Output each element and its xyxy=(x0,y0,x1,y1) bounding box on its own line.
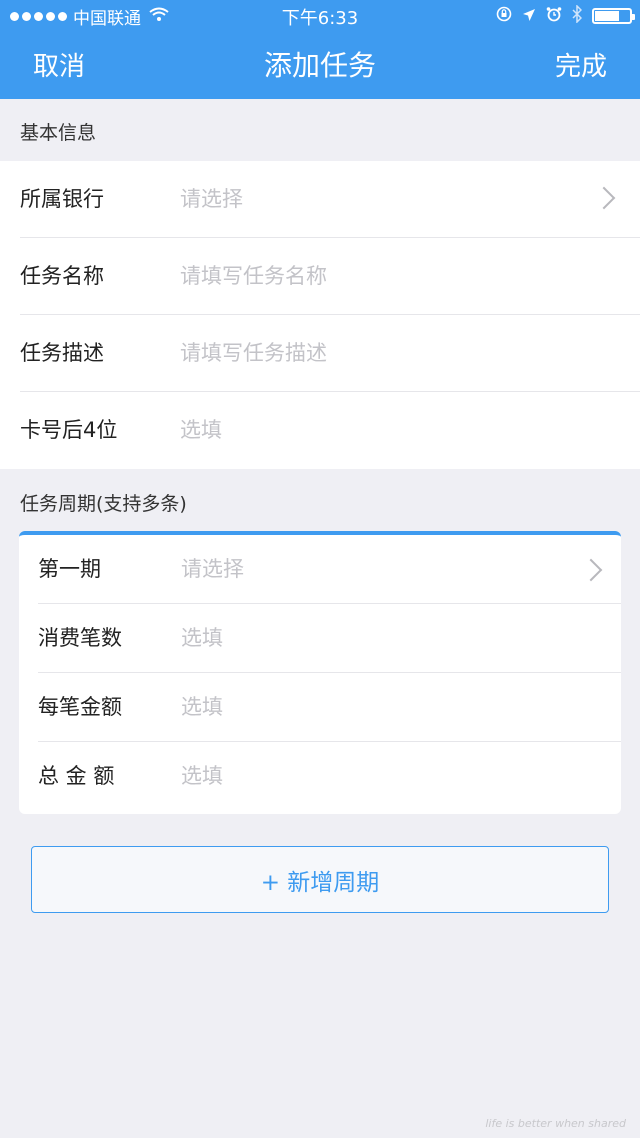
watermark: life is better when shared xyxy=(485,1117,626,1130)
battery-icon xyxy=(592,8,635,24)
card-last4-input[interactable]: 选填 xyxy=(180,392,222,469)
task-name-label: 任务名称 xyxy=(20,264,104,288)
bank-label: 所属银行 xyxy=(20,187,104,211)
chevron-right-icon xyxy=(579,558,603,582)
task-desc-label: 任务描述 xyxy=(20,341,104,365)
alarm-icon xyxy=(546,6,562,26)
task-desc-input[interactable]: 请填写任务描述 xyxy=(180,315,327,392)
txn-count-label: 消费笔数 xyxy=(38,626,122,650)
amount-per-txn-input[interactable]: 选填 xyxy=(181,673,223,742)
page-title: 添加任务 xyxy=(263,49,376,82)
card-last4-row[interactable]: 卡号后4位 选填 xyxy=(0,392,640,469)
period-select-row[interactable]: 第一期 请选择 xyxy=(19,535,621,604)
task-desc-row[interactable]: 任务描述 请填写任务描述 xyxy=(0,315,640,392)
bank-select-row[interactable]: 所属银行 请选择 xyxy=(0,161,640,238)
period-label: 第一期 xyxy=(38,557,101,581)
bluetooth-icon xyxy=(572,4,583,27)
location-icon xyxy=(522,7,536,26)
amount-per-txn-row[interactable]: 每笔金额 选填 xyxy=(19,673,621,742)
total-amount-input[interactable]: 选填 xyxy=(181,742,223,811)
status-right xyxy=(496,4,635,27)
amount-per-txn-label: 每笔金额 xyxy=(38,695,122,719)
task-name-input[interactable]: 请填写任务名称 xyxy=(180,238,327,315)
bank-select[interactable]: 请选择 xyxy=(180,161,243,238)
top-bar: 中国联通 下午6:33 取消 添加任务 完成 xyxy=(0,0,640,99)
basic-info-section-title: 基本信息 xyxy=(20,122,97,144)
orientation-lock-icon xyxy=(496,6,512,26)
period-card: 第一期 请选择 消费笔数 选填 每笔金额 选填 总 金 额 选填 xyxy=(19,531,621,814)
add-period-button[interactable]: + 新增周期 xyxy=(31,846,609,913)
txn-count-input[interactable]: 选填 xyxy=(181,604,223,673)
task-name-row[interactable]: 任务名称 请填写任务名称 xyxy=(0,238,640,315)
chevron-right-icon xyxy=(592,186,616,210)
basic-info-card: 所属银行 请选择 任务名称 请填写任务名称 任务描述 请填写任务描述 卡号后4位… xyxy=(0,161,640,469)
total-amount-row[interactable]: 总 金 额 选填 xyxy=(19,742,621,811)
done-button[interactable]: 完成 xyxy=(555,46,607,83)
period-section-title: 任务周期(支持多条) xyxy=(20,493,187,515)
card-last4-label: 卡号后4位 xyxy=(20,418,118,442)
total-amount-label: 总 金 额 xyxy=(38,764,115,788)
period-select[interactable]: 请选择 xyxy=(181,535,244,604)
txn-count-row[interactable]: 消费笔数 选填 xyxy=(19,604,621,673)
